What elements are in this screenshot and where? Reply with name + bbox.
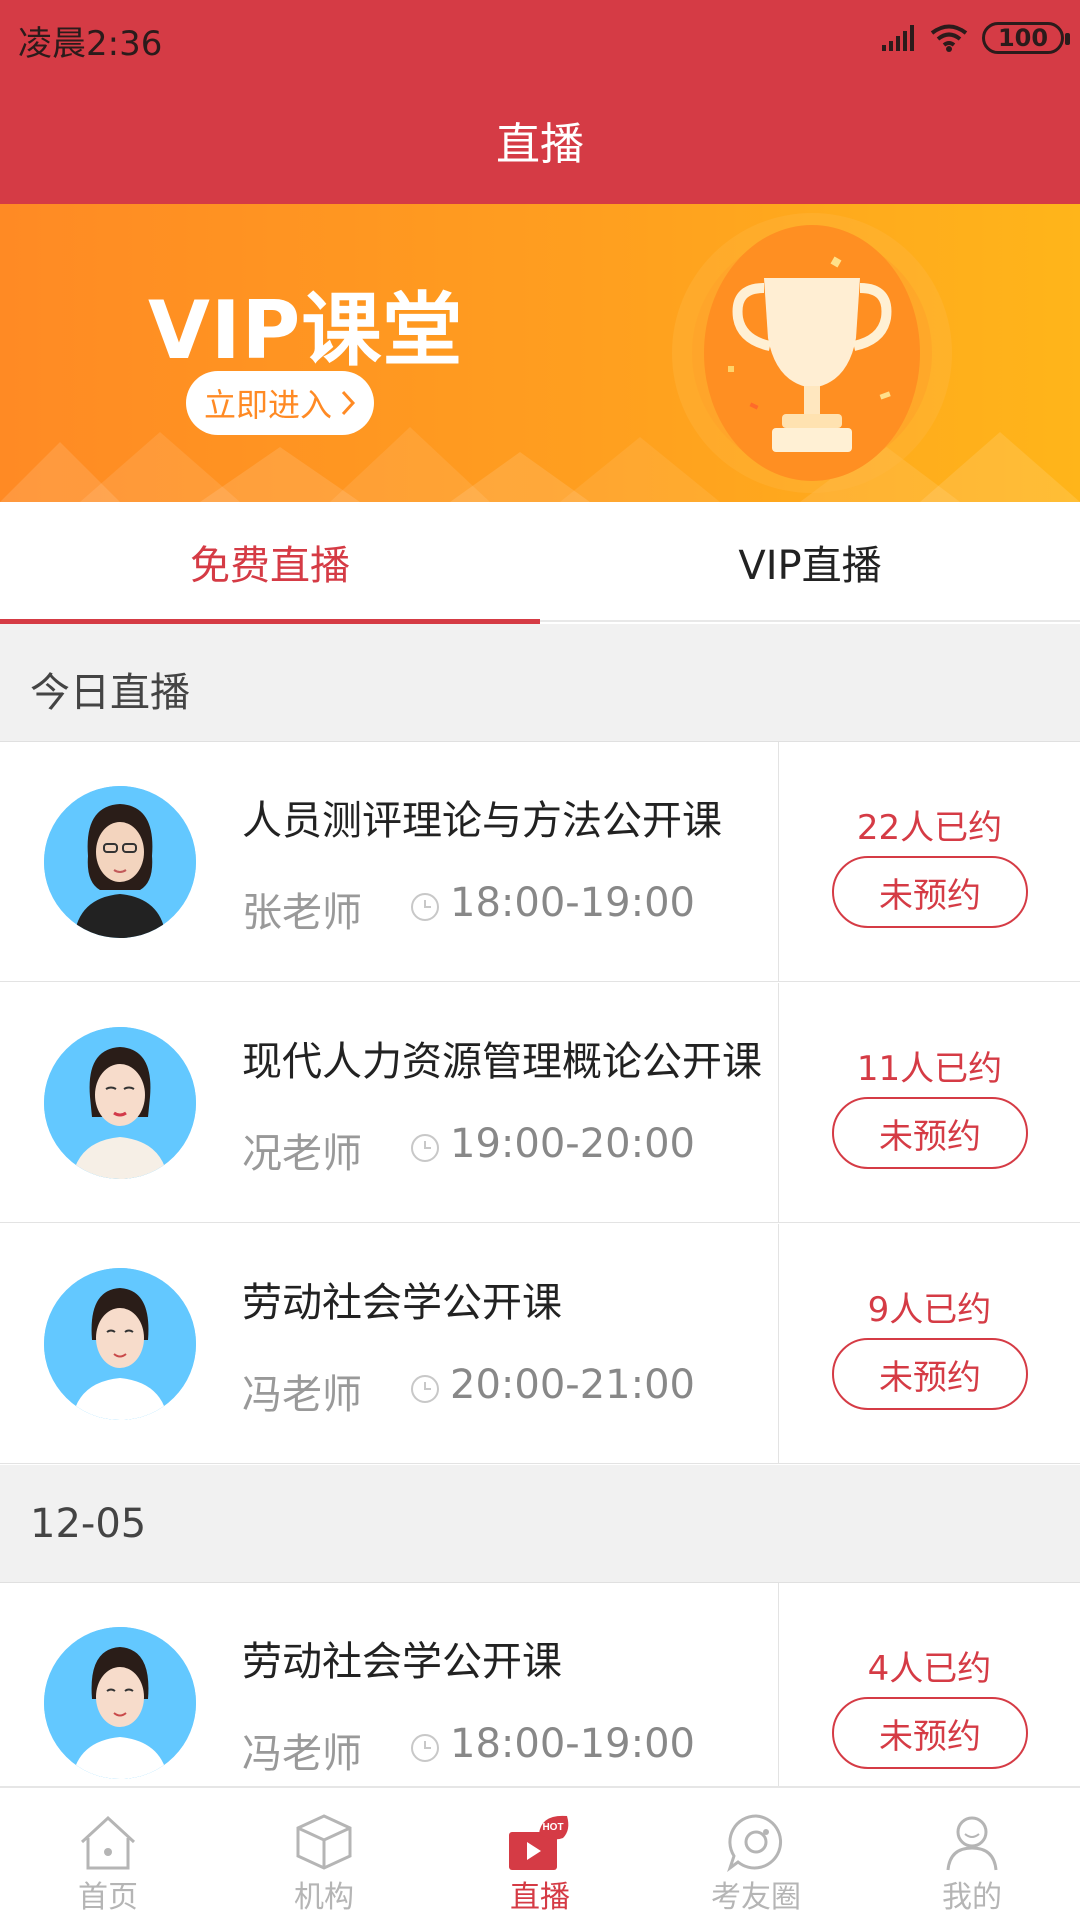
clock-icon: [411, 1134, 439, 1162]
banner-title: VIP课堂: [148, 284, 464, 377]
reservation-count: 11人已约: [856, 1049, 1003, 1089]
row-divider: [778, 742, 779, 981]
clock-icon: [411, 1734, 439, 1762]
trophy-icon: [672, 213, 952, 493]
cube-icon: [296, 1814, 352, 1870]
live-hot-icon: HOT: [509, 1815, 569, 1870]
course-title: 人员测评理论与方法公开课: [242, 798, 722, 844]
reservation-count: 9人已约: [867, 1290, 992, 1330]
top-bar: 凌晨2:36 100 直播: [0, 0, 1080, 204]
vip-banner[interactable]: VIP课堂 立即进入: [0, 204, 1080, 502]
row-divider: [778, 1224, 779, 1463]
status-time: 凌晨2:36: [18, 24, 163, 64]
tab-vip-live[interactable]: VIP直播: [540, 502, 1080, 622]
teacher-name: 况老师: [242, 1131, 362, 1177]
nav-mine[interactable]: 我的: [864, 1788, 1080, 1920]
nav-institution[interactable]: 机构: [216, 1788, 432, 1920]
avatar: [44, 1627, 196, 1779]
course-title: 劳动社会学公开课: [242, 1639, 562, 1685]
section-heading: 12-05: [30, 1501, 147, 1547]
nav-live[interactable]: HOT 直播: [432, 1788, 648, 1920]
teacher-name: 冯老师: [242, 1372, 362, 1418]
nav-home-label: 首页: [78, 1880, 138, 1915]
live-time: 19:00-20:00: [450, 1121, 695, 1167]
bottom-nav: 首页 机构 HOT 直播 考友圈 我的: [0, 1786, 1080, 1920]
nav-institution-label: 机构: [294, 1880, 354, 1915]
avatar: [44, 786, 196, 938]
live-time: 20:00-21:00: [450, 1362, 695, 1408]
avatar: [44, 1268, 196, 1420]
status-bar: 凌晨2:36 100: [0, 0, 1080, 76]
avatar: [44, 1027, 196, 1179]
hot-badge: HOT: [542, 1822, 563, 1833]
battery-indicator: 100: [982, 22, 1070, 54]
page-title: 直播: [496, 119, 584, 170]
wifi-icon: [930, 24, 968, 52]
list-item[interactable]: 现代人力资源管理概论公开课 况老师 19:00-20:00 11人已约 未预约: [0, 983, 1080, 1223]
nav-home[interactable]: 首页: [0, 1788, 216, 1920]
tab-free-live-label: 免费直播: [190, 543, 350, 589]
clock-icon: [411, 893, 439, 921]
row-divider: [778, 983, 779, 1222]
clock-icon: [411, 1375, 439, 1403]
nav-community[interactable]: 考友圈: [648, 1788, 864, 1920]
reserve-button[interactable]: 未预约: [832, 1097, 1028, 1169]
enter-now-button[interactable]: 立即进入: [186, 371, 374, 435]
course-title: 现代人力资源管理概论公开课: [242, 1039, 762, 1085]
nav-mine-label: 我的: [942, 1880, 1002, 1915]
reservation-count: 22人已约: [856, 808, 1003, 848]
section-heading: 今日直播: [30, 670, 190, 716]
teacher-name: 张老师: [242, 890, 362, 936]
section-header-date: 12-05: [0, 1465, 1080, 1583]
chevron-right-icon: [341, 390, 356, 416]
live-time: 18:00-19:00: [450, 1721, 695, 1767]
home-icon: [80, 1815, 136, 1870]
list-item[interactable]: 人员测评理论与方法公开课 张老师 18:00-19:00 22人已约 未预约: [0, 742, 1080, 982]
nav-community-label: 考友圈: [711, 1880, 801, 1915]
status-icons: 100: [882, 18, 1070, 58]
reservation-count: 4人已约: [867, 1649, 992, 1689]
chat-circle-icon: [727, 1814, 783, 1872]
user-icon: [946, 1816, 998, 1871]
reserve-button[interactable]: 未预约: [832, 1338, 1028, 1410]
live-tabs: 免费直播 VIP直播: [0, 502, 1080, 624]
signal-icon: [882, 25, 914, 51]
enter-now-label: 立即进入: [203, 386, 332, 424]
course-title: 劳动社会学公开课: [242, 1280, 562, 1326]
tab-free-live[interactable]: 免费直播: [0, 502, 540, 624]
tab-vip-live-label: VIP直播: [738, 543, 882, 589]
live-time: 18:00-19:00: [450, 880, 695, 926]
nav-live-label: 直播: [510, 1880, 570, 1915]
reserve-button[interactable]: 未预约: [832, 1697, 1028, 1769]
section-header-today: 今日直播: [0, 624, 1080, 742]
list-item[interactable]: 劳动社会学公开课 冯老师 20:00-21:00 9人已约 未预约: [0, 1224, 1080, 1464]
reserve-button[interactable]: 未预约: [832, 856, 1028, 928]
teacher-name: 冯老师: [242, 1731, 362, 1777]
